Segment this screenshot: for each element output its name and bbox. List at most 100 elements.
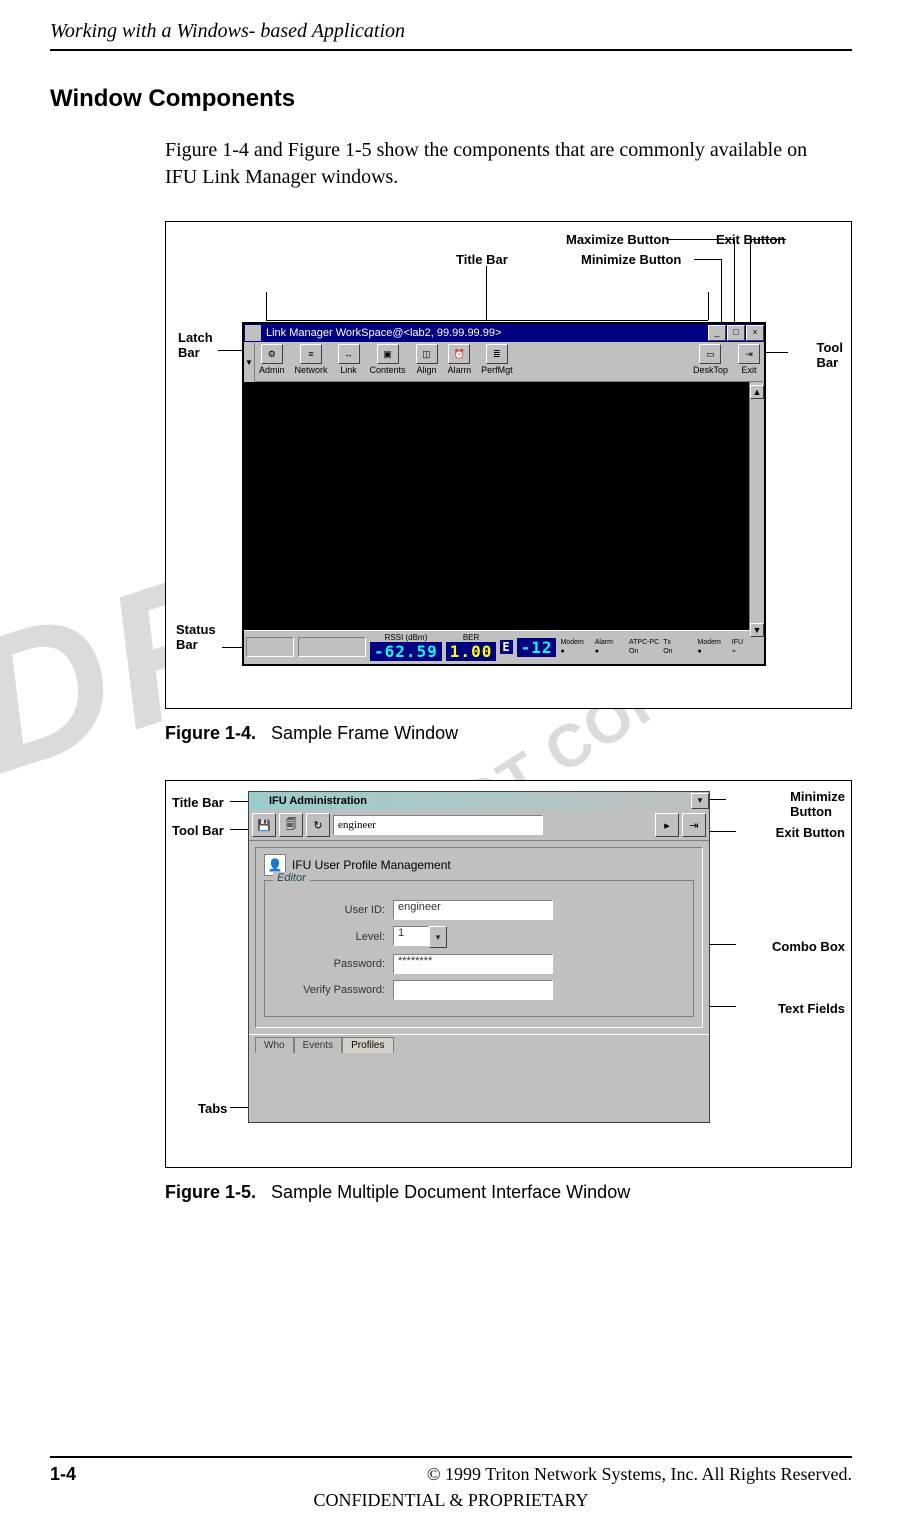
level-combo[interactable]: 1 ▼ — [393, 926, 447, 948]
group-label: Editor — [273, 872, 310, 884]
leader — [708, 292, 709, 320]
annot-minimize-2: Minimize Button — [790, 789, 845, 819]
tab-who[interactable]: Who — [255, 1037, 294, 1053]
system-menu-icon[interactable] — [245, 325, 261, 341]
annot-maximize: Maximize Button — [566, 232, 669, 247]
figure-1-4-box: Title Bar Minimize Button Maximize Butto… — [165, 221, 852, 709]
leader — [230, 829, 248, 830]
combo-arrow-icon[interactable]: ▼ — [429, 926, 447, 948]
maximize-button[interactable]: □ — [727, 325, 745, 341]
refresh-icon: ↻ — [313, 819, 322, 832]
toolbar-user-field[interactable]: engineer — [333, 815, 543, 835]
status-item: Tx — [663, 639, 693, 646]
annot-minimize: Minimize Button — [581, 252, 681, 267]
minimize-button[interactable]: _ — [708, 325, 726, 341]
row-verify: Verify Password: — [275, 980, 683, 1000]
tab-events[interactable]: Events — [294, 1037, 343, 1053]
verify-label: Verify Password: — [275, 984, 385, 996]
save-icon: 💾 — [257, 819, 271, 832]
leader — [486, 266, 487, 320]
title-bar[interactable]: Link Manager WorkSpace@<lab2, 99.99.99.9… — [244, 324, 764, 342]
toolbar-alarm[interactable]: ⏰Alarm — [448, 344, 472, 375]
leader — [230, 801, 248, 802]
document-page: DRAFT DO NOT COPY Working with a Windows… — [0, 0, 902, 1525]
annot-textfields: Text Fields — [778, 1001, 845, 1016]
mdi-minimize-button[interactable]: ▾ — [691, 793, 709, 809]
leader — [764, 352, 788, 353]
toolbar-network[interactable]: ≡Network — [295, 344, 328, 375]
status-led-icon: ● — [560, 648, 590, 655]
network-icon: ≡ — [300, 344, 322, 364]
status-item: Modem — [560, 639, 590, 646]
status-led-icon: ● — [697, 648, 727, 655]
leader — [666, 239, 734, 240]
leader — [750, 239, 751, 322]
admin-icon: ⚙ — [261, 344, 283, 364]
mdi-title-text: IFU Administration — [269, 795, 690, 807]
rssi-value: -62.59 — [370, 642, 442, 661]
contents-icon: ▣ — [377, 344, 399, 364]
password-field[interactable]: ******** — [393, 954, 553, 974]
level-label: Level: — [275, 931, 385, 943]
close-button[interactable]: × — [746, 325, 764, 341]
mdi-exit-button[interactable]: ⇥ — [682, 813, 706, 837]
alarm-icon: ⏰ — [448, 344, 470, 364]
status-item: On — [663, 648, 693, 655]
mdi-window: IFU Administration ▾ 💾 🗐 ↻ engineer ▸ ⇥ … — [248, 791, 710, 1123]
verify-password-field[interactable] — [393, 980, 553, 1000]
toolbar-button-2[interactable]: 🗐 — [279, 813, 303, 837]
ber-label: BER — [463, 633, 479, 642]
toolbar-exit[interactable]: ⇥Exit — [738, 344, 760, 375]
toolbar-align[interactable]: ◫Align — [416, 344, 438, 375]
mdi-title-bar[interactable]: IFU Administration ▾ — [249, 792, 709, 810]
status-item: ATPC-PC — [629, 639, 659, 646]
e-value: -12 — [517, 638, 557, 657]
scroll-up-icon[interactable]: ▲ — [750, 385, 764, 399]
toolbar-admin[interactable]: ⚙Admin — [259, 344, 285, 375]
exit-icon: ⇥ — [738, 344, 760, 364]
page-footer: 1-4 © 1999 Triton Network Systems, Inc. … — [50, 1456, 852, 1485]
e-label: E — [500, 640, 512, 654]
latch-bar[interactable]: ▼ — [244, 342, 255, 382]
toolbar-link[interactable]: ↔Link — [338, 344, 360, 375]
toolbar-perfmgt[interactable]: ≣PerfMgt — [481, 344, 513, 375]
row-password: Password: ******** — [275, 954, 683, 974]
editor-groupbox: Editor User ID: engineer Level: 1 ▼ Pass… — [264, 880, 694, 1017]
scroll-down-icon[interactable]: ▼ — [750, 623, 764, 637]
frame-window: Link Manager WorkSpace@<lab2, 99.99.99.9… — [242, 322, 766, 666]
toolbar-button-3[interactable]: ↻ — [306, 813, 330, 837]
toolbar-contents[interactable]: ▣Contents — [370, 344, 406, 375]
intro-paragraph: Figure 1-4 and Figure 1-5 show the compo… — [165, 137, 832, 191]
annot-exit-2: Exit Button — [776, 825, 845, 840]
status-cell — [246, 637, 294, 657]
toolbar-desktop[interactable]: ▭DeskTop — [693, 344, 728, 375]
mdi-tool-bar: 💾 🗐 ↻ engineer ▸ ⇥ — [249, 810, 709, 841]
leader — [266, 320, 708, 321]
desktop-icon: ▭ — [699, 344, 721, 364]
leader — [218, 350, 242, 351]
nav-icon: ▸ — [664, 819, 670, 832]
user-id-label: User ID: — [275, 904, 385, 916]
figure-1-5-caption: Figure 1-5. Sample Multiple Document Int… — [165, 1182, 852, 1203]
toolbar-button-4[interactable]: ▸ — [655, 813, 679, 837]
door-exit-icon: ⇥ — [689, 819, 698, 832]
inner-panel: 👤 IFU User Profile Management Editor Use… — [255, 847, 703, 1028]
copyright: © 1999 Triton Network Systems, Inc. All … — [427, 1464, 852, 1485]
vertical-scrollbar[interactable]: ▲ ▼ — [749, 382, 764, 630]
app-icon — [251, 794, 265, 808]
tab-profiles[interactable]: Profiles — [342, 1037, 393, 1053]
link-icon: ↔ — [338, 344, 360, 364]
leader — [721, 259, 722, 322]
running-header: Working with a Windows- based Applicatio… — [50, 20, 852, 51]
leader — [694, 259, 721, 260]
annot-title-bar: Title Bar — [456, 252, 508, 267]
annot-title-bar-2: Title Bar — [172, 795, 224, 810]
toolbar-button-1[interactable]: 💾 — [252, 813, 276, 837]
align-icon: ◫ — [416, 344, 438, 364]
perfmgt-icon: ≣ — [486, 344, 508, 364]
user-id-field[interactable]: engineer — [393, 900, 553, 920]
leader — [230, 1107, 248, 1108]
annot-latch-bar: Latch Bar — [178, 330, 213, 360]
status-item: Alarm — [595, 639, 625, 646]
tab-strip: Who Events Profiles — [249, 1034, 709, 1055]
